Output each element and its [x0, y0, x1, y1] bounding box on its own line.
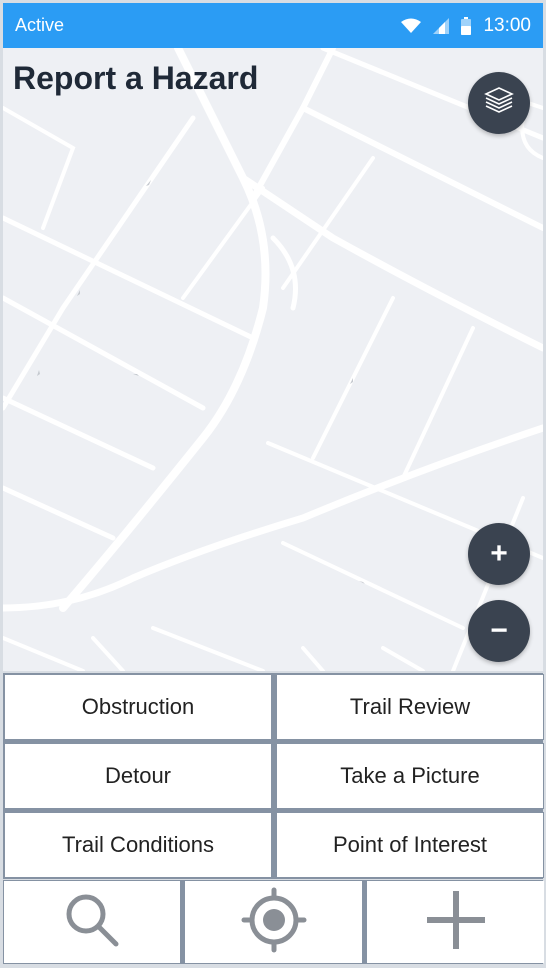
zoom-out-button[interactable]: −	[468, 600, 530, 662]
hazard-options: Obstruction Trail Review Detour Take a P…	[3, 673, 544, 879]
street-map	[3, 48, 543, 671]
bottom-toolbar	[3, 880, 544, 964]
layers-icon	[483, 85, 515, 122]
point-of-interest-button[interactable]: Point of Interest	[276, 812, 544, 878]
status-time: 13:00	[483, 14, 531, 36]
detour-button[interactable]: Detour	[4, 743, 272, 809]
status-bar: Active 13:00	[3, 3, 543, 48]
locate-icon	[241, 887, 307, 958]
map-view[interactable]: Report a Hazard + −	[3, 48, 543, 671]
trail-review-button[interactable]: Trail Review	[276, 674, 544, 740]
page-title: Report a Hazard	[13, 60, 259, 96]
search-icon	[62, 890, 122, 955]
add-button[interactable]	[367, 881, 544, 963]
battery-icon	[461, 16, 472, 35]
trail-conditions-button[interactable]: Trail Conditions	[4, 812, 272, 878]
minus-icon: −	[490, 614, 508, 647]
status-label: Active	[15, 15, 65, 35]
plus-icon: +	[490, 537, 508, 570]
locate-button[interactable]	[185, 881, 362, 963]
search-button[interactable]	[4, 881, 180, 963]
take-picture-button[interactable]: Take a Picture	[276, 743, 544, 809]
layers-button[interactable]	[468, 72, 530, 134]
app-screen: Active 13:00 Report a Hazard + − Obstruc…	[0, 0, 546, 968]
status-icons: 13:00	[401, 15, 531, 37]
signal-icon	[433, 17, 450, 34]
zoom-in-button[interactable]: +	[468, 523, 530, 585]
obstruction-button[interactable]: Obstruction	[4, 674, 272, 740]
add-icon	[425, 889, 487, 956]
wifi-icon	[401, 18, 422, 34]
